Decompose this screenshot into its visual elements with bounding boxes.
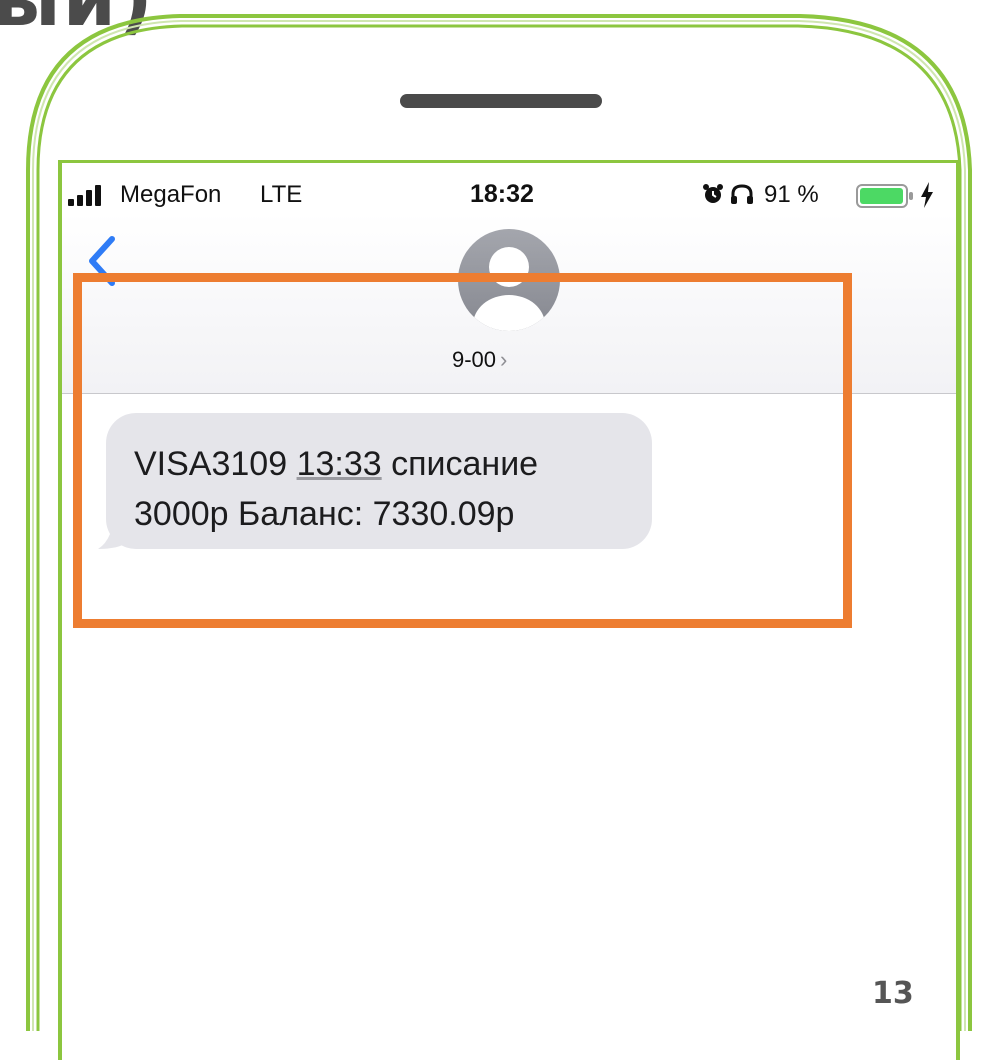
signal-bars-icon: [68, 185, 101, 206]
status-bar: MegaFon LTE 18:32 91 %: [62, 177, 956, 213]
battery-icon: [856, 184, 913, 208]
battery-percentage: 91 %: [764, 181, 819, 208]
status-time: 18:32: [470, 180, 534, 208]
page-number: 13: [872, 976, 914, 1011]
highlight-box: [73, 273, 852, 628]
alarm-icon: [703, 184, 723, 203]
headphones-icon: [731, 184, 753, 204]
charging-icon: [921, 182, 933, 208]
carrier-name: MegaFon: [120, 181, 222, 208]
phone-speaker: [400, 94, 602, 108]
network-type: LTE: [260, 181, 303, 208]
